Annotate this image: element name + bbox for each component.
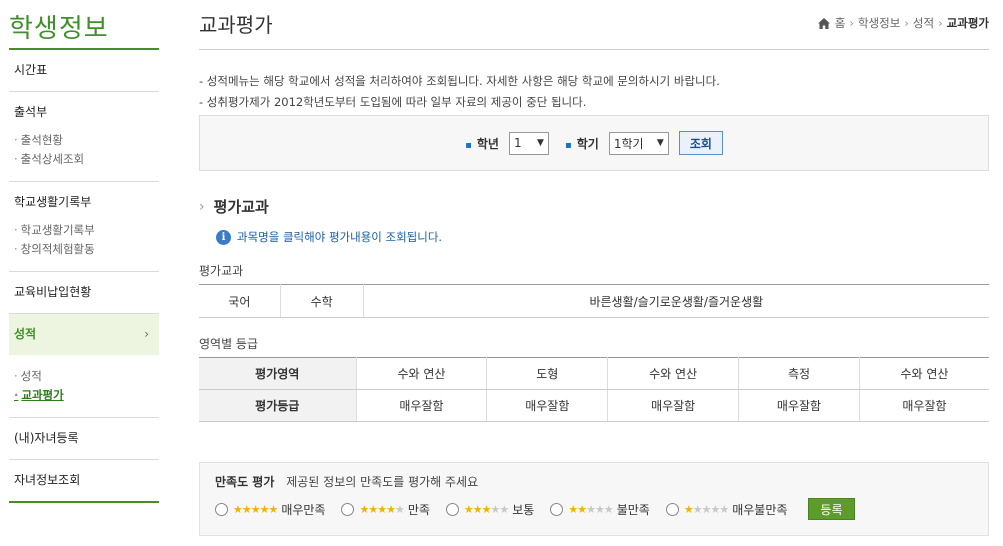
grade-cell: 매우잘함 [355,389,487,422]
sidebar-subitem[interactable]: · 출석현황 [14,131,159,150]
rating-option: ★★★★★ 매우불만족 [665,501,787,518]
notice-list: - 성적메뉴는 해당 학교에서 성적을 처리하여야 조회됩니다. 자세한 사항은… [199,71,989,113]
semester-select[interactable]: 1학기 ▼ [608,131,669,155]
chevron-right-icon: › [849,16,854,30]
star-rating-icon: ★★★★★ [463,502,509,516]
sidebar-item-attendance: 출석부 · 출석현황 · 출석상세조회 [9,92,159,182]
grade-cell: 매우잘함 [738,389,860,422]
grade-cell: 매우잘함 [858,389,989,422]
subject-cell[interactable]: 바른생활/슬기로운생활/즐거운생활 [362,284,989,318]
sidebar-item-child-info: 자녀정보조회 [9,460,159,503]
rating-radio[interactable] [341,502,355,516]
area-cell: 수와 연산 [858,357,989,390]
semester-label: ▪ 학기 [564,136,599,151]
area-cell: 도형 [486,357,608,390]
subject-cell[interactable]: 수학 [279,284,364,318]
sidebar-item-grades: 성적 › · 성적 · 교과평가 [9,314,159,418]
subjects-table: 국어 수학 바른생활/슬기로운생활/즐거운생활 [199,284,989,318]
sidebar-menu: 시간표 출석부 · 출석현황 · 출석상세조회 학교생활기록부 · 학교생활기록부 ·… [9,50,159,503]
rating-option: ★★★★★ 만족 [341,501,430,518]
sidebar-title: 학생정보 [9,0,159,50]
rating-option: ★★★★★ 보통 [445,501,534,518]
sidebar-submenu: · 성적 · 교과평가 [9,353,159,417]
sidebar-item-school-record: 학교생활기록부 · 학교생활기록부 · 창의적체험활동 [9,182,159,272]
subject-cell[interactable]: 국어 [199,284,281,318]
sidebar-link-attendance[interactable]: 출석부 [9,92,159,133]
search-button[interactable]: 조회 [678,131,723,155]
breadcrumb-item[interactable]: 성적 [913,15,934,31]
sidebar-subitem[interactable]: · 성적 [14,367,159,386]
satisfaction-header: 만족도 평가 제공된 정보의 만족도를 평가해 주세요 [215,473,973,490]
page-header: 교과평가 홈 › 학생정보 › 성적 › 교과평가 [199,0,989,50]
grade-select[interactable]: 1 ▼ [508,131,549,155]
page-title: 교과평가 [199,13,273,37]
areas-caption: 영역별 등급 [199,337,259,351]
chevron-right-icon: › [904,16,909,30]
rating-radio[interactable] [550,502,564,516]
submit-rating-button[interactable]: 등록 [808,498,855,520]
rating-radio[interactable] [665,502,679,516]
sidebar-link-child-register[interactable]: (내)자녀등록 [9,418,159,459]
rating-radio[interactable] [445,502,459,516]
star-rating-icon: ★★★★★ [568,502,613,516]
info-message: i 과목명을 클릭해야 평가내용이 조회됩니다. [216,229,989,245]
star-rating-icon: ★★★★★ [683,502,729,516]
sidebar-subitem[interactable]: · 출석상세조회 [14,150,159,169]
sidebar-submenu: · 출석현황 · 출석상세조회 [9,131,159,181]
chevron-right-icon: › [938,16,943,30]
area-cell: 수와 연산 [355,357,487,390]
area-cell: 측정 [738,357,860,390]
notice-line: - 성취평가제가 2012학년도부터 도입됨에 따라 일부 자료의 제공이 중단… [199,95,587,109]
breadcrumb-current: 교과평가 [946,16,989,30]
grade-label: ▪ 학년 [465,136,499,151]
section-title: › 평가교과 [199,198,269,216]
chevron-right-icon: › [199,198,205,215]
sidebar-link-grades[interactable]: 성적 › [9,314,159,355]
table-row: 국어 수학 바른생활/슬기로운생활/즐거운생활 [199,284,989,318]
sidebar-item-timetable: 시간표 [9,50,159,92]
sidebar-submenu: · 학교생활기록부 · 창의적체험활동 [9,221,159,271]
chevron-down-icon: ▼ [656,138,664,148]
sidebar: 학생정보 시간표 출석부 · 출석현황 · 출석상세조회 학교생활기록부 · 학교생활… [9,0,159,546]
rating-option: ★★★★★ 불만족 [550,501,650,518]
sidebar-subitem[interactable]: · 학교생활기록부 [14,221,159,240]
rating-radio[interactable] [215,502,228,516]
table-row: 평가영역 수와 연산 도형 수와 연산 측정 수와 연산 [199,357,989,390]
satisfaction-options: ★★★★★ 매우만족 ★★★★★ 만족 ★★★★★ 보통 ★★★★★ 불만족 ★… [215,498,973,520]
sidebar-subitem-current[interactable]: · 교과평가 [14,386,159,405]
grade-cell: 매우잘함 [486,389,608,422]
sidebar-link-child-info[interactable]: 자녀정보조회 [9,460,159,501]
sidebar-link-timetable[interactable]: 시간표 [9,50,159,91]
grade-cell: 매우잘함 [607,389,739,422]
satisfaction-panel: 만족도 평가 제공된 정보의 만족도를 평가해 주세요 ★★★★★ 매우만족 ★… [199,462,989,536]
table-row: 평가등급 매우잘함 매우잘함 매우잘함 매우잘함 매우잘함 [199,389,989,422]
area-cell: 수와 연산 [607,357,739,390]
satisfaction-title: 만족도 평가 [215,475,275,489]
breadcrumb-home[interactable]: 홈 [835,15,846,31]
info-icon: i [216,229,231,245]
subjects-caption: 평가교과 [199,264,244,278]
breadcrumb-item[interactable]: 학생정보 [858,15,900,31]
sidebar-link-school-record[interactable]: 학교생활기록부 [9,182,159,223]
row-header: 평가영역 [199,357,357,390]
main-content: 교과평가 홈 › 학생정보 › 성적 › 교과평가 - 성적메뉴는 해당 학교에… [199,0,989,536]
star-rating-icon: ★★★★★ [359,502,404,516]
sidebar-item-child-register: (내)자녀등록 [9,418,159,460]
row-header: 평가등급 [199,389,357,422]
star-rating-icon: ★★★★★ [233,502,278,516]
areas-table: 평가영역 수와 연산 도형 수와 연산 측정 수와 연산 평가등급 매우잘함 매… [199,357,989,422]
chevron-right-icon: › [144,327,149,341]
rating-option: ★★★★★ 매우만족 [215,501,325,518]
sidebar-subitem[interactable]: · 창의적체험활동 [14,240,159,259]
sidebar-link-tuition[interactable]: 교육비납입현황 [9,272,159,313]
notice-line: - 성적메뉴는 해당 학교에서 성적을 처리하여야 조회됩니다. 자세한 사항은… [199,74,720,88]
search-panel: ▪ 학년 1 ▼ ▪ 학기 1학기 ▼ 조회 [199,115,989,171]
sidebar-item-tuition: 교육비납입현황 [9,272,159,314]
satisfaction-prompt: 제공된 정보의 만족도를 평가해 주세요 [286,475,479,489]
chevron-down-icon: ▼ [537,138,544,148]
home-icon[interactable] [817,17,830,29]
breadcrumb: 홈 › 학생정보 › 성적 › 교과평가 [817,15,989,31]
